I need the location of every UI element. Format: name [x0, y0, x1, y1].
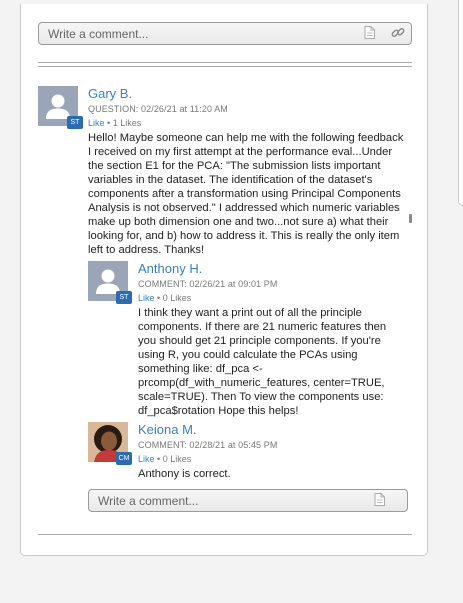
- comment-input-placeholder: Write a comment...: [98, 493, 199, 508]
- comment-input-placeholder: Write a comment...: [48, 26, 149, 41]
- divider: [38, 66, 412, 67]
- divider: [38, 62, 412, 63]
- role-badge: ST: [116, 291, 132, 304]
- divider: [38, 534, 412, 535]
- like-button[interactable]: Like: [138, 293, 155, 303]
- like-button[interactable]: Like: [88, 118, 105, 128]
- document-icon[interactable]: [364, 26, 375, 39]
- role-badge: ST: [67, 116, 83, 129]
- post-meta: QUESTION: 02/26/21 at 11:20 AM: [88, 104, 228, 114]
- bullet: •: [107, 118, 111, 128]
- post-likes: Like • 1 Likes: [88, 118, 141, 128]
- reply-author[interactable]: Keiona M.: [138, 422, 197, 437]
- reply-likes: Like • 0 Likes: [138, 454, 191, 464]
- likes-count: 1 Likes: [112, 118, 142, 128]
- document-icon[interactable]: [374, 493, 385, 506]
- like-button[interactable]: Like: [138, 454, 155, 464]
- reply-author[interactable]: Anthony H.: [138, 261, 202, 276]
- role-badge: CM: [116, 452, 132, 465]
- post-body: Hello! Maybe someone can help me with th…: [88, 132, 404, 256]
- comment-input[interactable]: Write a comment...: [38, 22, 412, 45]
- link-icon[interactable]: [391, 26, 405, 39]
- bullet: •: [157, 454, 161, 464]
- reply-meta: COMMENT: 02/26/21 at 09:01 PM: [138, 279, 278, 289]
- reply-body: Anthony is correct.: [138, 468, 231, 480]
- scrollbar-thumb[interactable]: [409, 214, 412, 223]
- likes-count: 0 Likes: [162, 293, 192, 303]
- post-author[interactable]: Gary B.: [88, 86, 132, 101]
- adjacent-panel-edge: [458, 0, 463, 206]
- bullet: •: [157, 293, 161, 303]
- reply-body: I think they want a print out of all the…: [138, 307, 387, 417]
- reply-comment-input[interactable]: Write a comment...: [88, 489, 408, 512]
- reply-meta: COMMENT: 02/28/21 at 05:45 PM: [138, 440, 278, 450]
- reply-likes: Like • 0 Likes: [138, 293, 191, 303]
- likes-count: 0 Likes: [162, 454, 192, 464]
